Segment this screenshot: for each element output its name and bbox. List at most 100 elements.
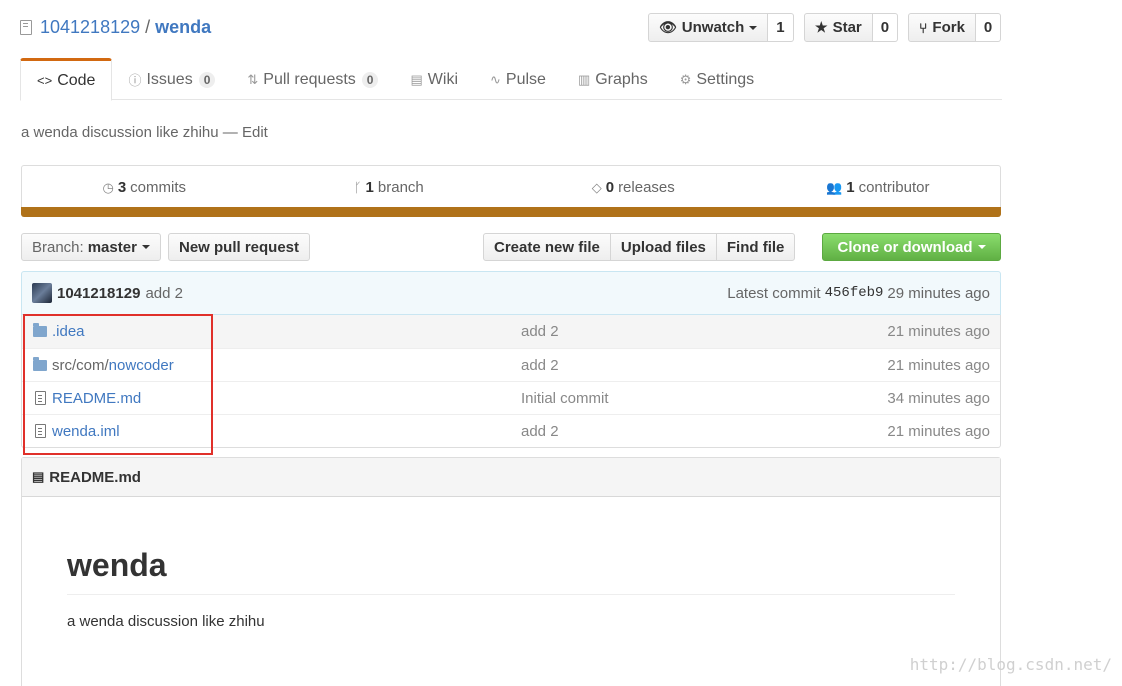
unwatch-label: Unwatch xyxy=(681,19,745,36)
repo-nav-tabs: <> Code ⓘ Issues 0 ⇅ Pull requests 0 ▤ W… xyxy=(20,58,1002,101)
tab-settings-label: Settings xyxy=(696,70,755,88)
tab-issues-label: Issues xyxy=(146,70,193,88)
latest-commit-age: 29 minutes ago xyxy=(887,284,990,302)
forks-count[interactable]: 0 xyxy=(975,13,1002,42)
releases-link[interactable]: ◇ 0 releases xyxy=(511,166,756,209)
readme-header: ▤ README.md xyxy=(22,458,1000,497)
star-label: Star xyxy=(832,19,862,36)
unwatch-button[interactable]: 👁 Unwatch xyxy=(648,13,769,42)
chevron-down-icon xyxy=(977,245,986,249)
star-icon: ★ xyxy=(815,19,828,35)
git-pull-request-icon: ⇅ xyxy=(247,71,259,87)
file-age: 34 minutes ago xyxy=(887,389,990,407)
clone-label: Clone or download xyxy=(837,238,973,256)
tab-wiki-label: Wiki xyxy=(427,70,458,88)
highlight-box xyxy=(23,314,213,455)
tab-code[interactable]: <> Code xyxy=(20,58,113,101)
file-commit-message-link[interactable]: add 2 xyxy=(521,357,559,374)
watermark: http://blog.csdn.net/ xyxy=(909,655,1112,674)
readme-text: a wenda discussion like zhihu xyxy=(67,613,265,630)
contributors-link[interactable]: 👥 1 contributor xyxy=(756,166,1001,209)
watchers-count[interactable]: 1 xyxy=(768,13,794,42)
branch-label: branch xyxy=(377,179,424,196)
branch-prefix: Branch: xyxy=(32,238,84,256)
latest-commit-prefix: Latest commit xyxy=(727,284,821,302)
file-commit-message-link[interactable]: add 2 xyxy=(521,323,559,340)
graph-icon: ▥ xyxy=(577,71,591,87)
repo-title: 1041218129 / wenda xyxy=(20,14,211,40)
file-age: 21 minutes ago xyxy=(887,422,990,440)
fork-group: ⑂ Fork 0 xyxy=(908,13,1002,42)
repo-separator: / xyxy=(145,16,151,37)
readme-heading: wenda xyxy=(67,547,955,595)
avatar[interactable] xyxy=(32,283,52,303)
fork-icon: ⑂ xyxy=(919,19,928,36)
pulse-icon: ∿ xyxy=(490,71,501,87)
file-commit-message-link[interactable]: add 2 xyxy=(521,423,559,440)
tab-pulse[interactable]: ∿ Pulse xyxy=(474,58,562,101)
code-icon: <> xyxy=(37,73,53,88)
issues-counter: 0 xyxy=(198,71,216,88)
tab-pull-requests[interactable]: ⇅ Pull requests 0 xyxy=(231,58,394,101)
fork-label: Fork xyxy=(932,19,965,36)
repo-name-link[interactable]: wenda xyxy=(155,17,211,38)
star-group: ★ Star 0 xyxy=(804,13,899,42)
tab-pulse-label: Pulse xyxy=(505,70,546,88)
commit-sha-link[interactable]: 456feb9 xyxy=(825,285,884,301)
commit-author-link[interactable]: 1041218129 xyxy=(57,285,140,302)
tab-wiki[interactable]: ▤ Wiki xyxy=(394,58,474,101)
chevron-down-icon xyxy=(749,25,758,30)
tab-graphs[interactable]: ▥ Graphs xyxy=(562,58,664,101)
repo-description: a wenda discussion like zhihu — Edit xyxy=(21,124,268,141)
commits-label: commits xyxy=(130,179,187,196)
file-age: 21 minutes ago xyxy=(887,356,990,374)
tab-pull-requests-label: Pull requests xyxy=(263,70,356,88)
file-actions: Create new file Upload files Find file xyxy=(483,233,796,261)
tab-code-label: Code xyxy=(57,71,96,89)
issue-opened-icon: ⓘ xyxy=(128,73,142,88)
branch-count: 1 xyxy=(365,179,374,196)
commits-count: 3 xyxy=(117,179,127,196)
readme-filename: README.md xyxy=(49,468,141,486)
branches-link[interactable]: ᚴ 1 branch xyxy=(267,166,512,209)
contributor-count: 1 xyxy=(846,179,855,196)
edit-description-link[interactable]: Edit xyxy=(242,124,268,141)
file-commit-message-link[interactable]: Initial commit xyxy=(521,390,609,407)
file-age: 21 minutes ago xyxy=(887,323,990,340)
latest-commit-info: Latest commit 456feb9 29 minutes ago xyxy=(727,285,990,302)
eye-icon: 👁 xyxy=(659,19,677,35)
tag-icon: ◇ xyxy=(591,179,602,195)
new-pull-request-button[interactable]: New pull request xyxy=(168,233,311,261)
description-dash: — xyxy=(222,124,238,141)
git-branch-icon: ᚴ xyxy=(353,180,362,195)
create-new-file-button[interactable]: Create new file xyxy=(483,233,611,261)
pull-requests-counter: 0 xyxy=(361,71,379,88)
tab-settings[interactable]: ⚙ Settings xyxy=(664,58,770,101)
repo-owner-link[interactable]: 1041218129 xyxy=(40,17,140,38)
chevron-down-icon xyxy=(141,245,150,249)
organization-icon: 👥 xyxy=(826,179,843,195)
commits-link[interactable]: ◷ 3 commits xyxy=(22,166,267,209)
tab-issues[interactable]: ⓘ Issues 0 xyxy=(112,58,231,101)
find-file-button[interactable]: Find file xyxy=(715,233,796,261)
stargazers-count[interactable]: 0 xyxy=(872,13,899,42)
repo-icon xyxy=(20,19,32,35)
language-bar[interactable] xyxy=(21,207,1001,217)
releases-label: releases xyxy=(618,179,675,196)
commit-message-link[interactable]: add 2 xyxy=(145,285,183,302)
history-icon: ◷ xyxy=(102,179,114,195)
releases-count: 0 xyxy=(605,179,615,196)
star-button[interactable]: ★ Star xyxy=(804,13,873,42)
fork-button[interactable]: ⑂ Fork xyxy=(908,13,976,42)
contributor-label: contributor xyxy=(858,179,930,196)
tab-graphs-label: Graphs xyxy=(595,70,648,88)
branch-select-button[interactable]: Branch: master xyxy=(21,233,161,261)
book-icon: ▤ xyxy=(32,469,45,484)
description-text: a wenda discussion like zhihu xyxy=(21,124,219,141)
watch-group: 👁 Unwatch 1 xyxy=(648,13,794,42)
upload-files-button[interactable]: Upload files xyxy=(609,233,717,261)
clone-or-download-button[interactable]: Clone or download xyxy=(822,233,1001,261)
branch-name: master xyxy=(87,238,137,256)
readme: ▤ README.md wenda a wenda discussion lik… xyxy=(21,457,1001,686)
book-icon: ▤ xyxy=(410,71,423,87)
